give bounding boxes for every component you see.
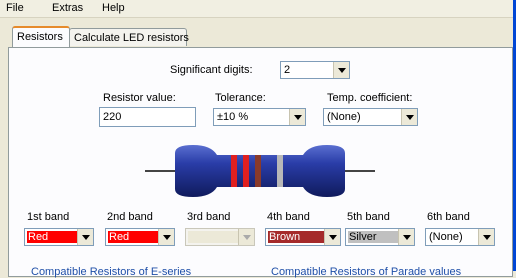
chevron-down-icon[interactable] (77, 229, 93, 245)
chevron-down-icon[interactable] (398, 229, 414, 245)
tab-calculate-led-resistors[interactable]: Calculate LED resistors (69, 28, 189, 46)
band-2-select[interactable]: Red (105, 228, 175, 246)
significant-digits-value: 2 (284, 64, 291, 76)
band-2-value: Red (109, 231, 130, 243)
tolerance-value: ±10 % (217, 111, 249, 123)
band-2-label: 2nd band (107, 211, 153, 223)
band-5-label: 5th band (347, 211, 390, 223)
chevron-down-icon[interactable] (333, 62, 349, 78)
temp-coefficient-value: (None) (327, 111, 361, 123)
chevron-down-icon[interactable] (324, 229, 340, 245)
band-3-label: 3rd band (187, 211, 231, 223)
significant-digits-label: Significant digits: (170, 64, 253, 76)
resistor-value-input[interactable]: 220 (99, 107, 196, 127)
chevron-down-icon[interactable] (401, 109, 417, 125)
resistor-band-1 (231, 155, 237, 187)
tolerance-label: Tolerance: (215, 92, 266, 104)
temp-coefficient-label: Temp. coefficient: (327, 92, 413, 104)
chevron-down-icon[interactable] (238, 229, 254, 245)
band-5-value: Silver (349, 231, 377, 243)
tab-resistors[interactable]: Resistors (12, 26, 70, 47)
menu-extras[interactable]: Extras (52, 2, 83, 14)
resistor-value-label: Resistor value: (103, 92, 176, 104)
band-1-label: 1st band (27, 211, 70, 223)
band-1-value: Red (28, 231, 49, 243)
significant-digits-select[interactable]: 2 (280, 61, 350, 79)
band-6-select[interactable]: (None) (425, 228, 495, 246)
resistor-band-3 (255, 155, 261, 187)
chevron-down-icon[interactable] (158, 229, 174, 245)
parade-values-link[interactable]: Compatible Resistors of Parade values (271, 266, 461, 278)
resistor-illustration (145, 145, 375, 197)
resistor-band-2 (243, 155, 249, 187)
band-3-select[interactable] (185, 228, 255, 246)
menu-file[interactable]: File (6, 2, 24, 14)
band-4-value: Brown (269, 231, 301, 243)
band-6-value: (None) (429, 231, 463, 243)
band-4-label: 4th band (267, 211, 310, 223)
e-series-link[interactable]: Compatible Resistors of E-series (31, 266, 191, 278)
chevron-down-icon[interactable] (478, 229, 494, 245)
tolerance-select[interactable]: ±10 % (213, 108, 306, 126)
chevron-down-icon[interactable] (289, 109, 305, 125)
resistors-panel: Significant digits: 2 Resistor value: 22… (8, 47, 513, 278)
resistor-band-4 (277, 155, 283, 187)
temp-coefficient-select[interactable]: (None) (323, 108, 418, 126)
menu-help[interactable]: Help (102, 2, 125, 14)
menu-bar: File Extras Help (0, 0, 516, 18)
band-6-label: 6th band (427, 211, 470, 223)
band-4-select[interactable]: Brown (265, 228, 341, 246)
band-1-select[interactable]: Red (24, 228, 94, 246)
band-5-select[interactable]: Silver (345, 228, 415, 246)
